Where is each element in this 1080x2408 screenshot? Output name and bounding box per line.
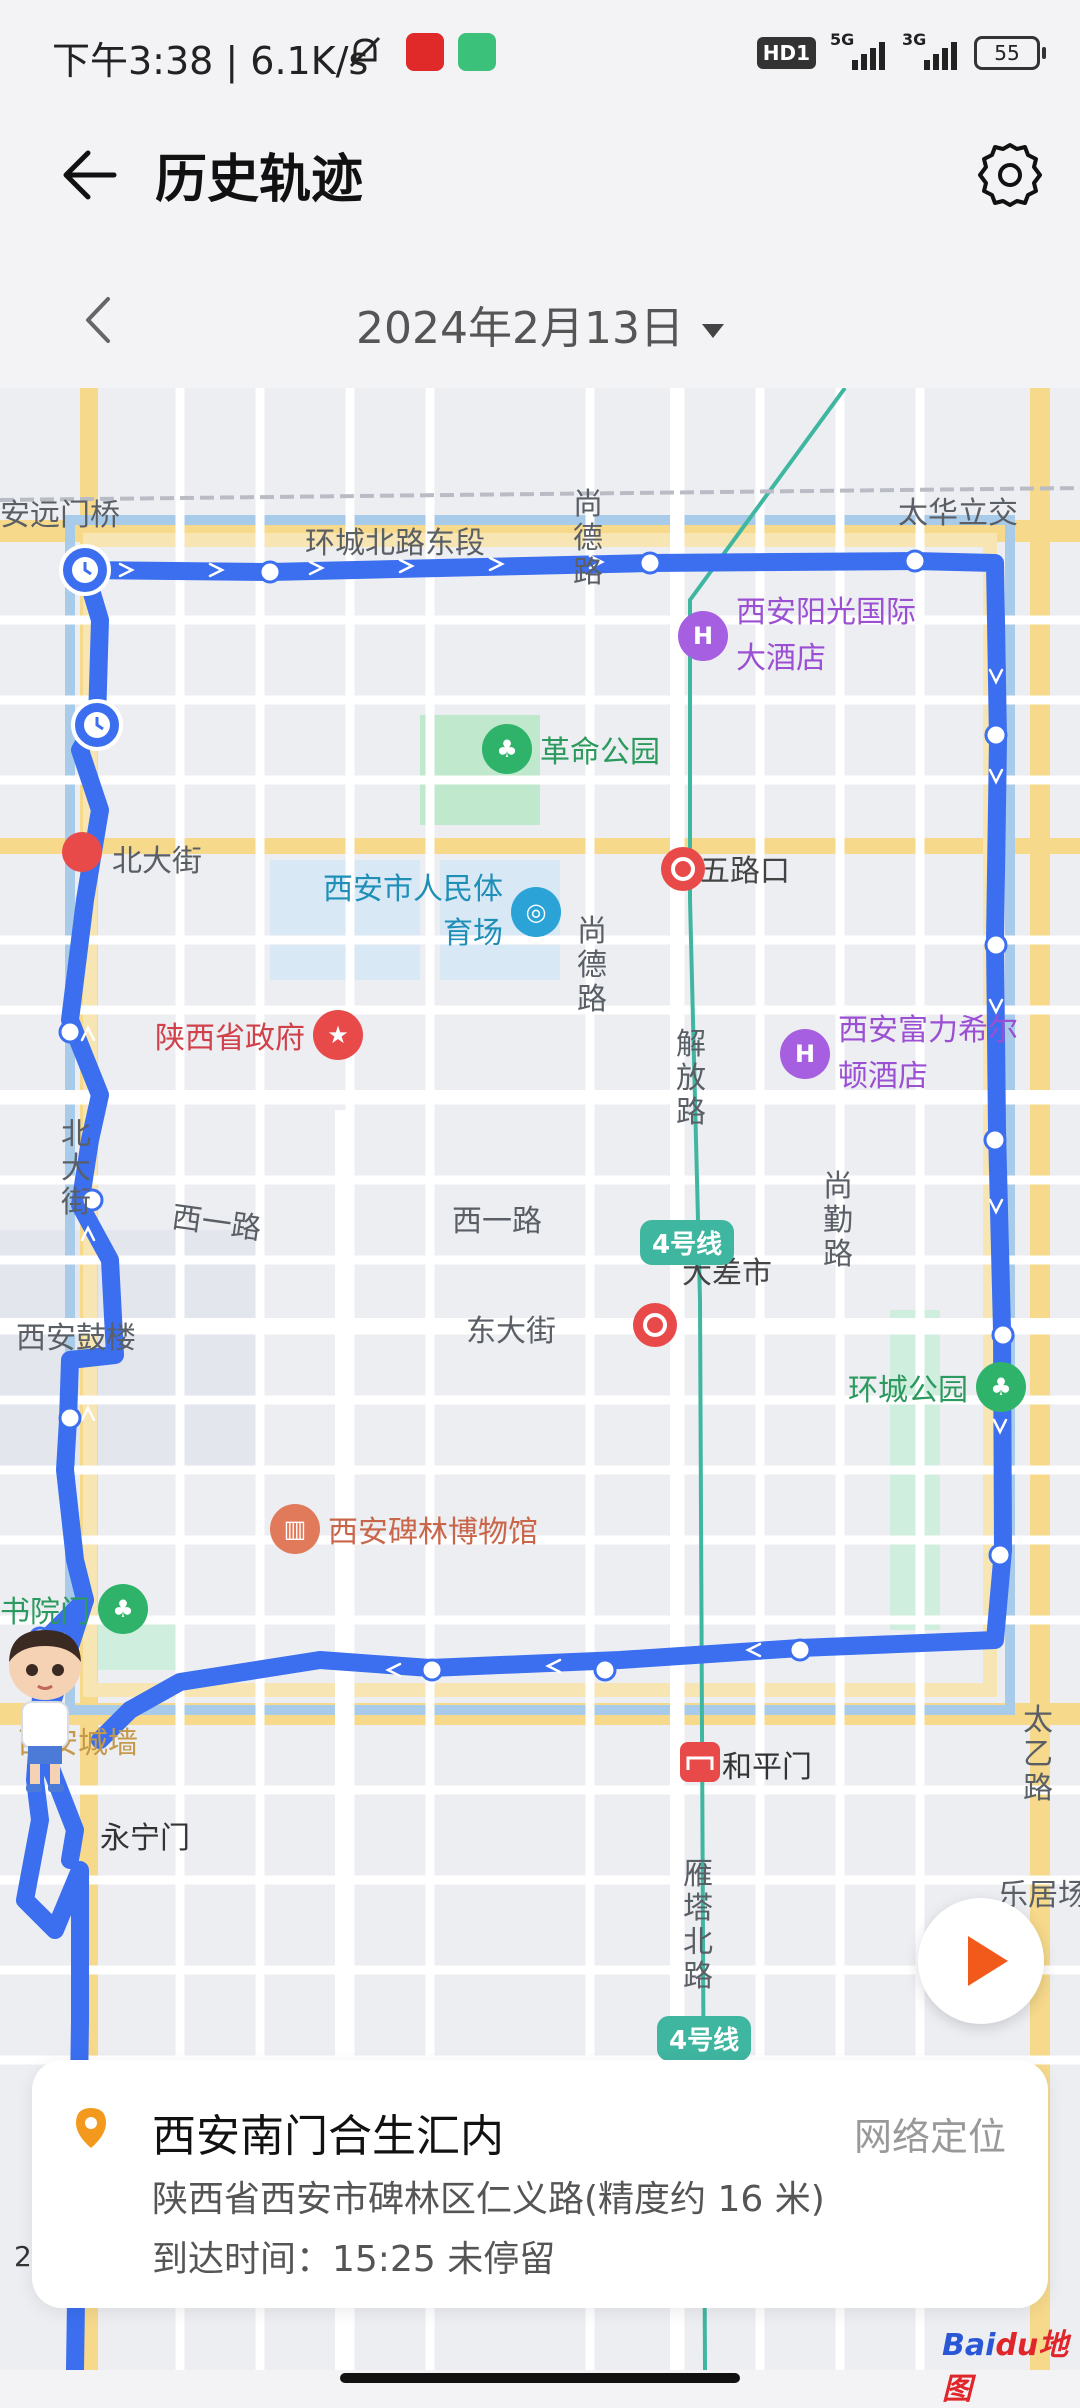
poi-shuyuanmen[interactable]: 书院门 ♣ [0,1584,148,1634]
road-label-taihua: 太华立交 [898,496,1018,531]
road-label-jiefang: 解放路 [676,1027,706,1130]
hotel-icon-2: H [780,1029,830,1079]
poi-geming-park[interactable]: ♣ 革命公园 [482,724,660,774]
park-icon-2: ♣ [976,1362,1026,1412]
home-indicator[interactable] [340,2373,740,2383]
poi-stadium[interactable]: 西安市人民体育场 ◎ [318,868,561,956]
road-label-beidajie-vertical: 北大街 [61,1117,91,1220]
signal-3g-icon: 3G [902,30,960,70]
date-navigator: 2024年2月13日 [0,270,1080,370]
road-label-shangqin: 尚勤路 [823,1169,853,1272]
poi-beilin-museum[interactable]: ▥ 西安碑林博物馆 [270,1504,538,1554]
location-source: 网络定位 [853,2115,1006,2159]
road-label-dongdajie: 东大街 [466,1314,556,1349]
location-info-card[interactable]: 西安南门合生汇内 网络定位 陕西省西安市碑林区仁义路(精度约 16 米) 到达时… [32,2060,1048,2308]
user-avatar[interactable] [0,1628,90,1798]
metro-line-4-tag-2: 4号线 [657,2016,752,2061]
poi-wulukou[interactable]: 五路口 [700,846,790,890]
date-label: 2024年2月13日 [356,303,684,354]
news-app-icon [406,33,444,71]
poi-hepingmen[interactable]: 和平门 [722,1742,812,1786]
road-label-shangde-top: 尚德路 [573,487,603,590]
road-label-xiyi-b: 西一路 [452,1204,542,1239]
baidu-map-logo: Baidu地图 [942,2328,1069,2407]
stadium-icon: ◎ [511,887,561,937]
poi-gov[interactable]: 陕西省政府 ★ [155,1010,363,1060]
location-pin-icon [76,2108,106,2148]
arrival-info: 到达时间：15:25 未停留 [152,2239,556,2280]
road-label-yongningmen: 永宁门 [100,1821,190,1856]
poi-huancheng-park[interactable]: 环城公园 ♣ [848,1362,1026,1412]
road-label-gulou: 西安鼓楼 [16,1321,136,1356]
place-name: 西安南门合生汇内 [152,2111,504,2162]
status-time: 下午3:38 | 6.1K/s [52,39,369,83]
map-scale: 2 [14,2240,32,2273]
park-icon-3: ♣ [98,1584,148,1634]
status-bar: 下午3:38 | 6.1K/s HD1 5G 3G 55 [0,0,1080,105]
poi-hotel-sunshine[interactable]: H 西安阳光国际大酒店 [678,590,926,682]
hotel-icon: H [678,611,728,661]
date-selector[interactable]: 2024年2月13日 [0,292,1080,356]
road-label-anyuanmen: 安远门桥 [0,498,120,533]
back-button[interactable] [48,135,128,215]
park-icon: ♣ [482,724,532,774]
government-icon: ★ [313,1010,363,1060]
road-label-shangde-mid: 尚德路 [577,914,607,1017]
road-label-yanta: 雁塔北路 [683,1857,713,1994]
road-label-taiyi: 太乙路 [1023,1703,1053,1806]
poi-hilton[interactable]: H 西安富力希尔顿酒店 [780,1008,1028,1100]
road-label-huancheng-north: 环城北路东段 [305,526,485,561]
app-header: 历史轨迹 [0,105,1080,245]
metro-line-4-tag: 4号线 [640,1220,735,1265]
battery-saver-icon [458,33,496,71]
signal-5g-icon: 5G [830,30,888,70]
place-address: 陕西省西安市碑林区仁义路(精度约 16 米) [152,2179,825,2220]
caret-down-icon [701,324,724,338]
hd-badge: HD1 [756,37,816,69]
battery-icon: 55 [974,36,1046,70]
page-title: 历史轨迹 [155,150,364,210]
gear-icon[interactable] [970,135,1050,215]
mute-icon [349,36,381,68]
road-label-beidajie: 北大街 [112,844,202,879]
play-track-button[interactable] [918,1898,1044,2024]
museum-icon: ▥ [270,1504,320,1554]
